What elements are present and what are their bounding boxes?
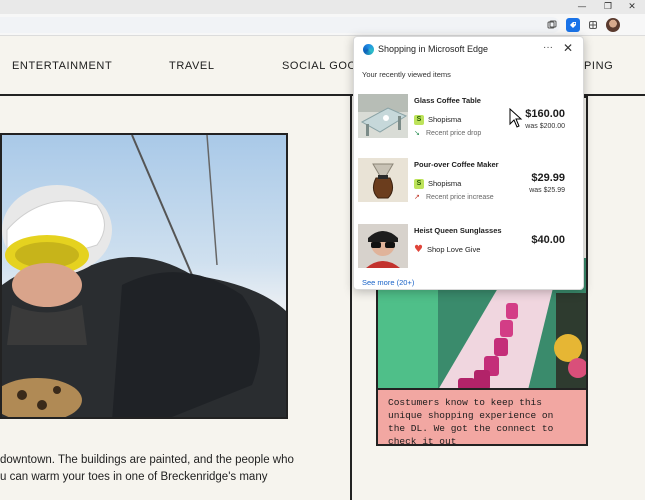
price-note: ↘ Recent price drop — [414, 128, 481, 138]
price-drop-icon: ↘ — [414, 129, 420, 137]
shopisma-logo-icon: S — [414, 178, 424, 189]
previous-price: was $25.99 — [529, 187, 565, 194]
more-options-button[interactable]: ··· — [542, 42, 554, 53]
shopping-icon[interactable] — [566, 18, 580, 32]
shopisma-logo-icon: S — [414, 114, 424, 125]
nav-item-travel[interactable]: TRAVEL — [169, 60, 215, 72]
seller-name: Shopisma — [428, 179, 462, 188]
mouse-cursor-icon — [509, 108, 523, 128]
panel-title: Shopping in Microsoft Edge — [378, 44, 489, 54]
price-increase-icon: ↗ — [414, 193, 420, 201]
window-titlebar: — ❐ ✕ — [0, 0, 645, 14]
edge-logo-icon — [363, 44, 374, 55]
shopping-panel: Shopping in Microsoft Edge ··· ✕ Your re… — [353, 36, 584, 290]
column-divider — [350, 96, 352, 500]
seller-name: Shop Love Give — [427, 245, 481, 254]
hero-image — [0, 133, 288, 419]
price-note-text: Recent price increase — [426, 193, 494, 201]
product-item-pour-over-coffee-maker[interactable]: Pour-over Coffee Maker S Shopisma ↗ Rece… — [354, 158, 583, 220]
promo-caption: Costumers know to keep this unique shopp… — [378, 388, 586, 444]
current-price: $29.99 — [531, 172, 565, 184]
seller-row: ♥ Shop Love Give — [414, 244, 480, 255]
extensions-icon[interactable] — [586, 18, 600, 32]
panel-subtitle: Your recently viewed items — [362, 70, 451, 79]
article-line-1: downtown. The buildings are painted, and… — [0, 454, 294, 466]
product-item-heist-queen-sunglasses[interactable]: Heist Queen Sunglasses ♥ Shop Love Give … — [354, 224, 583, 286]
nav-item-entertainment[interactable]: ENTERTAINMENT — [12, 60, 112, 72]
product-item-glass-coffee-table[interactable]: Glass Coffee Table S Shopisma ↘ Recent p… — [354, 94, 583, 156]
browser-toolbar — [0, 14, 645, 36]
current-price: $160.00 — [525, 108, 565, 120]
price-note: ↗ Recent price increase — [414, 192, 494, 202]
restore-button[interactable]: ❐ — [598, 1, 618, 13]
heart-icon: ♥ — [414, 243, 423, 255]
see-more-link[interactable]: See more (20+) — [362, 278, 414, 287]
seller-row: S Shopisma — [414, 114, 461, 125]
profile-avatar[interactable] — [606, 18, 620, 32]
seller-row: S Shopisma — [414, 178, 461, 189]
seller-name: Shopisma — [428, 115, 462, 124]
panel-header: Shopping in Microsoft Edge ··· ✕ — [354, 37, 583, 63]
product-thumbnail — [358, 94, 408, 138]
article-body: downtown. The buildings are painted, and… — [0, 452, 340, 486]
nav-item-shopping[interactable]: PING — [584, 60, 613, 72]
product-title[interactable]: Heist Queen Sunglasses — [414, 226, 502, 235]
previous-price: was $200.00 — [525, 123, 565, 130]
product-thumbnail — [358, 224, 408, 268]
address-bar[interactable] — [0, 17, 560, 33]
close-panel-button[interactable]: ✕ — [562, 41, 574, 55]
article-line-2: u can warm your toes in one of Breckenri… — [0, 471, 268, 483]
collections-icon[interactable] — [545, 18, 559, 32]
price-note-text: Recent price drop — [426, 129, 482, 137]
product-thumbnail — [358, 158, 408, 202]
close-window-button[interactable]: ✕ — [622, 1, 642, 13]
product-title[interactable]: Pour-over Coffee Maker — [414, 160, 499, 169]
current-price: $40.00 — [531, 234, 565, 246]
minimize-button[interactable]: — — [572, 1, 592, 13]
product-title[interactable]: Glass Coffee Table — [414, 96, 481, 105]
